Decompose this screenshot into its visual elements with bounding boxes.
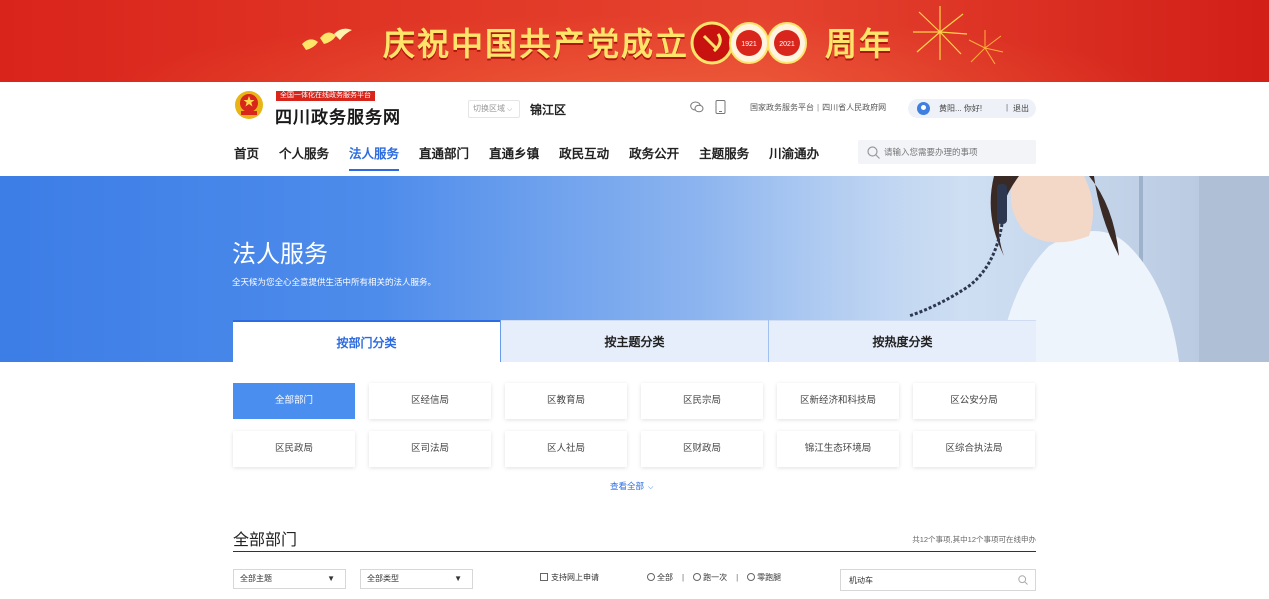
nav-item-interaction[interactable]: 政民互动 xyxy=(559,143,609,171)
online-apply-label: 支持网上申请 xyxy=(551,573,599,582)
dept-item[interactable]: 区民政局 xyxy=(233,431,355,467)
chevron-down-icon: ⌵ xyxy=(648,484,654,491)
dept-item[interactable]: 区综合执法局 xyxy=(913,431,1035,467)
tab-by-popularity[interactable]: 按热度分类 xyxy=(769,320,1036,362)
theme-select-value: 全部主题 xyxy=(240,574,272,583)
radio-all-label: 全部 xyxy=(657,573,673,582)
tab-by-department[interactable]: 按部门分类 xyxy=(233,320,500,362)
top-banner: 庆祝中国共产党成立 1921 2021 周年 xyxy=(0,0,1269,82)
nav-item-departments[interactable]: 直通部门 xyxy=(419,143,469,171)
current-region: 锦江区 xyxy=(530,103,567,117)
nav-item-legal-entity-services[interactable]: 法人服务 xyxy=(349,143,400,171)
radio-zero-label: 零跑腿 xyxy=(757,573,782,582)
radio-circle-icon[interactable] xyxy=(747,573,756,581)
page-title: 法人服务 xyxy=(232,241,328,268)
chevron-down-icon: ⌵ xyxy=(507,106,513,113)
caret-down-icon: ▼ xyxy=(454,574,462,583)
top-links: 国家政务服务平台 | 四川省人民政府网 xyxy=(750,102,886,113)
banner-suffix: 周年 xyxy=(825,25,894,63)
region-switch-label: 切换区域 xyxy=(473,104,505,113)
site-tagline: 全国一体化在线政务服务平台 xyxy=(276,91,375,101)
visit-count-radios: 全部 | 跑一次 | 零跑腿 xyxy=(647,572,781,583)
nav-item-theme-services[interactable]: 主题服务 xyxy=(699,143,749,171)
radio-once[interactable]: 跑一次 xyxy=(693,573,727,582)
link-separator: | xyxy=(817,103,820,112)
main-nav: 首页 个人服务 法人服务 直通部门 直通乡镇 政民互动 政务公开 主题服务 川渝… xyxy=(234,143,839,171)
site-name[interactable]: 四川政务服务网 xyxy=(275,103,401,128)
banner-slogan: 庆祝中国共产党成立 xyxy=(383,25,690,63)
mobile-app-icon[interactable] xyxy=(715,100,726,114)
logout-link[interactable]: 退出 xyxy=(1013,103,1029,114)
nav-item-townships[interactable]: 直通乡镇 xyxy=(489,143,539,171)
dept-item[interactable]: 区民宗局 xyxy=(641,383,763,419)
search-input[interactable] xyxy=(884,144,1029,160)
user-panel: 黄阳... 你好! | 退出 xyxy=(908,99,1036,118)
dept-item[interactable]: 全部部门 xyxy=(233,383,355,419)
radio-separator: | xyxy=(736,573,739,582)
search-icon[interactable] xyxy=(867,146,880,159)
radio-all[interactable]: 全部 xyxy=(647,573,673,582)
search-box xyxy=(858,140,1036,164)
search-icon[interactable] xyxy=(1018,575,1028,585)
doves-icon xyxy=(302,28,352,50)
dept-item[interactable]: 区公安分局 xyxy=(913,383,1035,419)
radio-circle-icon[interactable] xyxy=(693,573,702,581)
dept-item[interactable]: 区新经济和科技局 xyxy=(777,383,899,419)
dept-item[interactable]: 区司法局 xyxy=(369,431,491,467)
dept-item[interactable]: 区经信局 xyxy=(369,383,491,419)
type-select-value: 全部类型 xyxy=(367,574,399,583)
view-all-link[interactable]: 查看全部 ⌵ xyxy=(610,480,653,492)
dept-item[interactable]: 区人社局 xyxy=(505,431,627,467)
section-divider xyxy=(233,551,1036,552)
category-tabs: 按部门分类 按主题分类 按热度分类 xyxy=(233,320,1036,362)
radio-once-label: 跑一次 xyxy=(703,573,728,582)
theme-select[interactable]: 全部主题 ▼ xyxy=(233,569,346,589)
user-greeting[interactable]: 黄阳... 你好! xyxy=(939,103,982,114)
filter-bar: 全部主题 ▼ 全部类型 ▼ 支持网上申请 全部 | 跑一次 | 零跑腿 xyxy=(233,569,1036,591)
type-select[interactable]: 全部类型 ▼ xyxy=(360,569,473,589)
svg-text:1921: 1921 xyxy=(741,41,757,48)
provincial-gov-link[interactable]: 四川省人民政府网 xyxy=(822,103,886,112)
nav-item-gov-disclosure[interactable]: 政务公开 xyxy=(629,143,679,171)
dept-item[interactable]: 锦江生态环境局 xyxy=(777,431,899,467)
radio-circle-icon[interactable] xyxy=(647,573,655,581)
dept-item[interactable]: 区财政局 xyxy=(641,431,763,467)
radio-separator: | xyxy=(682,573,685,582)
nav-item-sichuan-chongqing[interactable]: 川渝通办 xyxy=(769,143,819,171)
user-divider: | xyxy=(1006,103,1009,112)
page-subtitle: 全天候为您全心全意提供生活中所有相关的法人服务。 xyxy=(232,277,437,287)
avatar[interactable] xyxy=(917,102,930,115)
keyword-input[interactable] xyxy=(849,573,1009,587)
centenary-100-emblem: 1921 2021 xyxy=(690,21,807,65)
national-platform-link[interactable]: 国家政务服务平台 xyxy=(750,103,814,112)
radio-zero[interactable]: 零跑腿 xyxy=(747,573,781,582)
tab-by-theme[interactable]: 按主题分类 xyxy=(501,320,768,362)
national-emblem-icon[interactable] xyxy=(234,89,264,121)
view-all-label: 查看全部 xyxy=(610,481,645,491)
dept-item[interactable]: 区教育局 xyxy=(505,383,627,419)
keyword-search xyxy=(840,569,1036,591)
nav-item-personal-services[interactable]: 个人服务 xyxy=(279,143,329,171)
wechat-icon[interactable] xyxy=(690,100,704,114)
online-apply-checkbox[interactable]: 支持网上申请 xyxy=(540,572,599,583)
checkbox-box[interactable] xyxy=(540,573,548,581)
section-count: 共12个事项,其中12个事项可在线申办 xyxy=(912,535,1036,544)
svg-text:2021: 2021 xyxy=(779,41,795,48)
department-grid: 全部部门 区经信局 区教育局 区民宗局 区新经济和科技局 区公安分局 区民政局 … xyxy=(233,383,1036,467)
fireworks-icon xyxy=(913,6,1004,65)
caret-down-icon: ▼ xyxy=(327,574,335,583)
section-title: 全部部门 xyxy=(233,532,298,549)
nav-item-home[interactable]: 首页 xyxy=(234,143,259,171)
region-switch-button[interactable]: 切换区域 ⌵ xyxy=(468,100,520,118)
